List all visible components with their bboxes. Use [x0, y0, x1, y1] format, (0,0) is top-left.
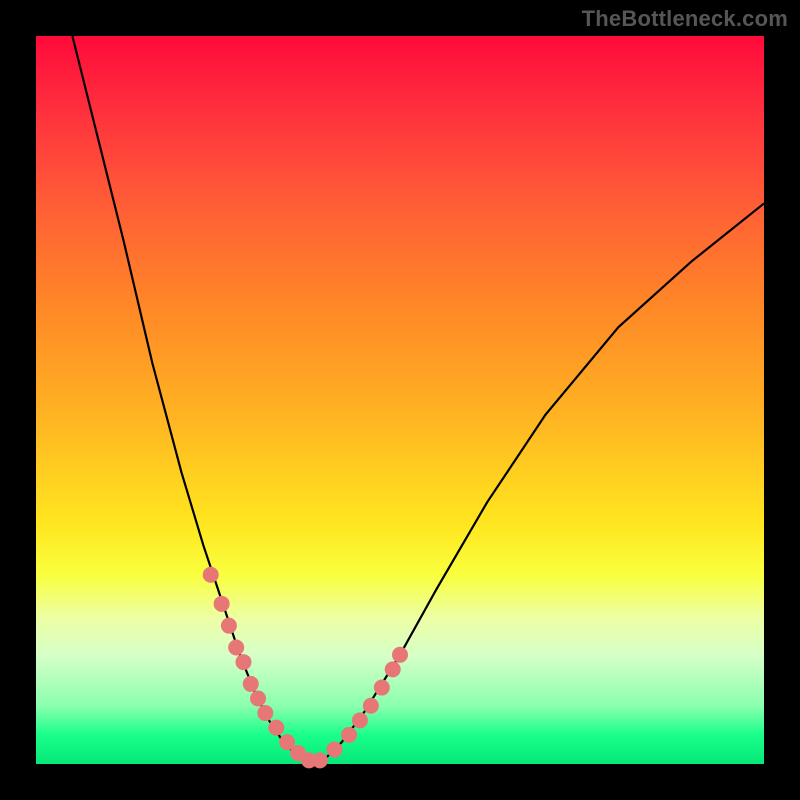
dot [385, 661, 401, 677]
dot [214, 596, 230, 612]
dot [268, 720, 284, 736]
dot [257, 705, 273, 721]
dot [312, 752, 328, 768]
plot-area [36, 36, 764, 764]
bottleneck-curve [72, 36, 764, 762]
dot [243, 676, 259, 692]
dot [326, 741, 342, 757]
curve-svg [36, 36, 764, 764]
chart-frame: TheBottleneck.com [0, 0, 800, 800]
dot [374, 680, 390, 696]
overlay-dots [203, 567, 408, 769]
dot [250, 690, 266, 706]
dot [203, 567, 219, 583]
dot [235, 654, 251, 670]
dot [352, 712, 368, 728]
attribution-text: TheBottleneck.com [582, 6, 788, 32]
dot [392, 647, 408, 663]
dot [341, 727, 357, 743]
dot [228, 640, 244, 656]
dot [221, 618, 237, 634]
dot [363, 698, 379, 714]
